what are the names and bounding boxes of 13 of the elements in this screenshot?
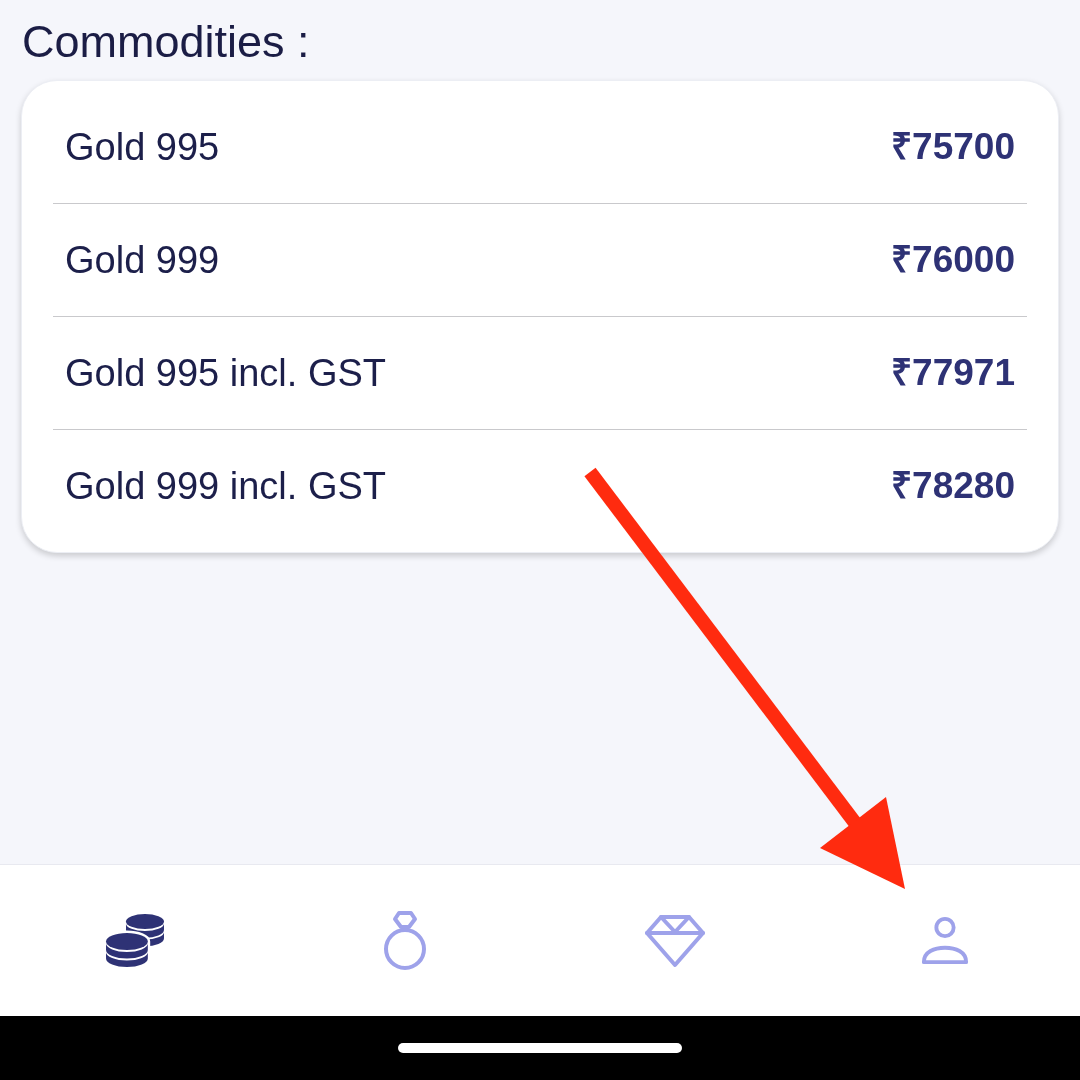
coins-icon — [103, 912, 167, 969]
commodity-name: Gold 999 — [65, 237, 220, 283]
commodity-price: ₹76000 — [891, 238, 1015, 283]
section-title: Commodities : — [22, 16, 310, 67]
commodity-name: Gold 999 incl. GST — [65, 463, 387, 509]
commodity-price: ₹77971 — [891, 351, 1015, 396]
commodity-price: ₹78280 — [891, 464, 1015, 509]
ring-icon — [382, 910, 428, 971]
person-icon — [920, 915, 970, 966]
commodity-name: Gold 995 — [65, 124, 220, 170]
diamond-icon — [644, 913, 706, 968]
commodity-price: ₹75700 — [891, 125, 1015, 170]
commodity-name: Gold 995 incl. GST — [65, 350, 387, 396]
